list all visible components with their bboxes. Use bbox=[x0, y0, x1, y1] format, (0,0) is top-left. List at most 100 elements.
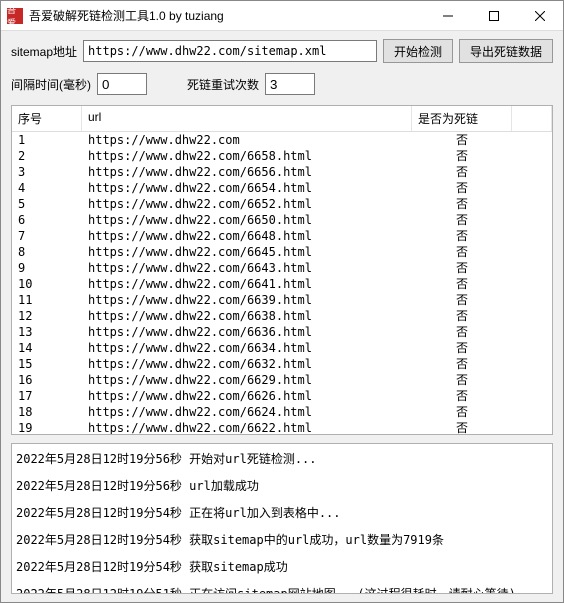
cell-url: https://www.dhw22.com/6638.html bbox=[82, 308, 412, 324]
table-row[interactable]: 17https://www.dhw22.com/6626.html否 bbox=[12, 388, 552, 404]
log-box[interactable]: 2022年5月28日12时19分56秒 开始对url死链检测... 2022年5月… bbox=[11, 443, 553, 594]
log-line: 2022年5月28日12时19分54秒 正在将url加入到表格中... bbox=[16, 504, 548, 521]
cell-index: 12 bbox=[12, 308, 82, 324]
retry-label: 死链重试次数 bbox=[187, 76, 259, 93]
cell-url: https://www.dhw22.com/6622.html bbox=[82, 420, 412, 434]
table-row[interactable]: 11https://www.dhw22.com/6639.html否 bbox=[12, 292, 552, 308]
close-button[interactable] bbox=[517, 1, 563, 31]
cell-dead: 否 bbox=[412, 372, 512, 388]
cell-dead: 否 bbox=[412, 324, 512, 340]
table-row[interactable]: 1https://www.dhw22.com否 bbox=[12, 132, 552, 148]
cell-dead: 否 bbox=[412, 388, 512, 404]
cell-index: 1 bbox=[12, 132, 82, 148]
table-row[interactable]: 4https://www.dhw22.com/6654.html否 bbox=[12, 180, 552, 196]
cell-url: https://www.dhw22.com/6639.html bbox=[82, 292, 412, 308]
cell-index: 13 bbox=[12, 324, 82, 340]
minimize-button[interactable] bbox=[425, 1, 471, 31]
cell-extra bbox=[512, 180, 552, 196]
content-area: sitemap地址 开始检测 导出死链数据 间隔时间(毫秒) 死链重试次数 序号… bbox=[1, 31, 563, 602]
cell-index: 6 bbox=[12, 212, 82, 228]
maximize-icon bbox=[489, 11, 499, 21]
cell-url: https://www.dhw22.com bbox=[82, 132, 412, 148]
cell-url: https://www.dhw22.com/6632.html bbox=[82, 356, 412, 372]
cell-dead: 否 bbox=[412, 148, 512, 164]
table-row[interactable]: 16https://www.dhw22.com/6629.html否 bbox=[12, 372, 552, 388]
interval-input[interactable] bbox=[97, 73, 147, 95]
cell-index: 5 bbox=[12, 196, 82, 212]
settings-row: 间隔时间(毫秒) 死链重试次数 bbox=[11, 73, 553, 95]
cell-index: 17 bbox=[12, 388, 82, 404]
cell-url: https://www.dhw22.com/6645.html bbox=[82, 244, 412, 260]
cell-url: https://www.dhw22.com/6643.html bbox=[82, 260, 412, 276]
cell-url: https://www.dhw22.com/6652.html bbox=[82, 196, 412, 212]
log-line: 2022年5月28日12时19分51秒 正在访问sitemap网站地图...(这… bbox=[16, 585, 548, 594]
cell-extra bbox=[512, 356, 552, 372]
sitemap-label: sitemap地址 bbox=[11, 43, 77, 60]
header-dead[interactable]: 是否为死链 bbox=[412, 106, 512, 131]
cell-dead: 否 bbox=[412, 164, 512, 180]
table-row[interactable]: 19https://www.dhw22.com/6622.html否 bbox=[12, 420, 552, 434]
retry-input[interactable] bbox=[265, 73, 315, 95]
cell-extra bbox=[512, 404, 552, 420]
cell-url: https://www.dhw22.com/6634.html bbox=[82, 340, 412, 356]
cell-extra bbox=[512, 132, 552, 148]
cell-url: https://www.dhw22.com/6648.html bbox=[82, 228, 412, 244]
cell-extra bbox=[512, 148, 552, 164]
export-button[interactable]: 导出死链数据 bbox=[459, 39, 553, 63]
cell-dead: 否 bbox=[412, 196, 512, 212]
table-row[interactable]: 7https://www.dhw22.com/6648.html否 bbox=[12, 228, 552, 244]
table-row[interactable]: 2https://www.dhw22.com/6658.html否 bbox=[12, 148, 552, 164]
results-table: 序号 url 是否为死链 1https://www.dhw22.com否2htt… bbox=[11, 105, 553, 435]
log-line: 2022年5月28日12时19分54秒 获取sitemap中的url成功，url… bbox=[16, 531, 548, 548]
titlebar: 吾爱 吾爱破解死链检测工具1.0 by tuziang bbox=[1, 1, 563, 31]
cell-extra bbox=[512, 244, 552, 260]
cell-index: 16 bbox=[12, 372, 82, 388]
start-button[interactable]: 开始检测 bbox=[383, 39, 453, 63]
table-row[interactable]: 12https://www.dhw22.com/6638.html否 bbox=[12, 308, 552, 324]
header-extra[interactable] bbox=[512, 106, 552, 131]
table-header: 序号 url 是否为死链 bbox=[12, 106, 552, 132]
cell-index: 9 bbox=[12, 260, 82, 276]
sitemap-row: sitemap地址 开始检测 导出死链数据 bbox=[11, 39, 553, 63]
maximize-button[interactable] bbox=[471, 1, 517, 31]
table-body[interactable]: 1https://www.dhw22.com否2https://www.dhw2… bbox=[12, 132, 552, 434]
cell-url: https://www.dhw22.com/6626.html bbox=[82, 388, 412, 404]
interval-label: 间隔时间(毫秒) bbox=[11, 76, 91, 93]
cell-extra bbox=[512, 196, 552, 212]
cell-dead: 否 bbox=[412, 228, 512, 244]
cell-extra bbox=[512, 340, 552, 356]
cell-url: https://www.dhw22.com/6658.html bbox=[82, 148, 412, 164]
header-url[interactable]: url bbox=[82, 106, 412, 131]
cell-dead: 否 bbox=[412, 132, 512, 148]
header-index[interactable]: 序号 bbox=[12, 106, 82, 131]
table-row[interactable]: 3https://www.dhw22.com/6656.html否 bbox=[12, 164, 552, 180]
window-title: 吾爱破解死链检测工具1.0 by tuziang bbox=[29, 7, 425, 24]
table-row[interactable]: 5https://www.dhw22.com/6652.html否 bbox=[12, 196, 552, 212]
cell-index: 15 bbox=[12, 356, 82, 372]
log-line: 2022年5月28日12时19分56秒 开始对url死链检测... bbox=[16, 450, 548, 467]
table-row[interactable]: 6https://www.dhw22.com/6650.html否 bbox=[12, 212, 552, 228]
log-line: 2022年5月28日12时19分56秒 url加载成功 bbox=[16, 477, 548, 494]
cell-index: 4 bbox=[12, 180, 82, 196]
cell-extra bbox=[512, 164, 552, 180]
table-row[interactable]: 9https://www.dhw22.com/6643.html否 bbox=[12, 260, 552, 276]
app-icon: 吾爱 bbox=[7, 8, 23, 24]
table-row[interactable]: 14https://www.dhw22.com/6634.html否 bbox=[12, 340, 552, 356]
cell-url: https://www.dhw22.com/6650.html bbox=[82, 212, 412, 228]
cell-index: 11 bbox=[12, 292, 82, 308]
cell-extra bbox=[512, 372, 552, 388]
cell-index: 2 bbox=[12, 148, 82, 164]
cell-dead: 否 bbox=[412, 404, 512, 420]
cell-url: https://www.dhw22.com/6654.html bbox=[82, 180, 412, 196]
table-row[interactable]: 10https://www.dhw22.com/6641.html否 bbox=[12, 276, 552, 292]
table-row[interactable]: 8https://www.dhw22.com/6645.html否 bbox=[12, 244, 552, 260]
cell-dead: 否 bbox=[412, 212, 512, 228]
sitemap-input[interactable] bbox=[83, 40, 377, 62]
log-line: 2022年5月28日12时19分54秒 获取sitemap成功 bbox=[16, 558, 548, 575]
table-row[interactable]: 18https://www.dhw22.com/6624.html否 bbox=[12, 404, 552, 420]
table-row[interactable]: 15https://www.dhw22.com/6632.html否 bbox=[12, 356, 552, 372]
cell-url: https://www.dhw22.com/6624.html bbox=[82, 404, 412, 420]
table-row[interactable]: 13https://www.dhw22.com/6636.html否 bbox=[12, 324, 552, 340]
cell-url: https://www.dhw22.com/6641.html bbox=[82, 276, 412, 292]
cell-index: 3 bbox=[12, 164, 82, 180]
